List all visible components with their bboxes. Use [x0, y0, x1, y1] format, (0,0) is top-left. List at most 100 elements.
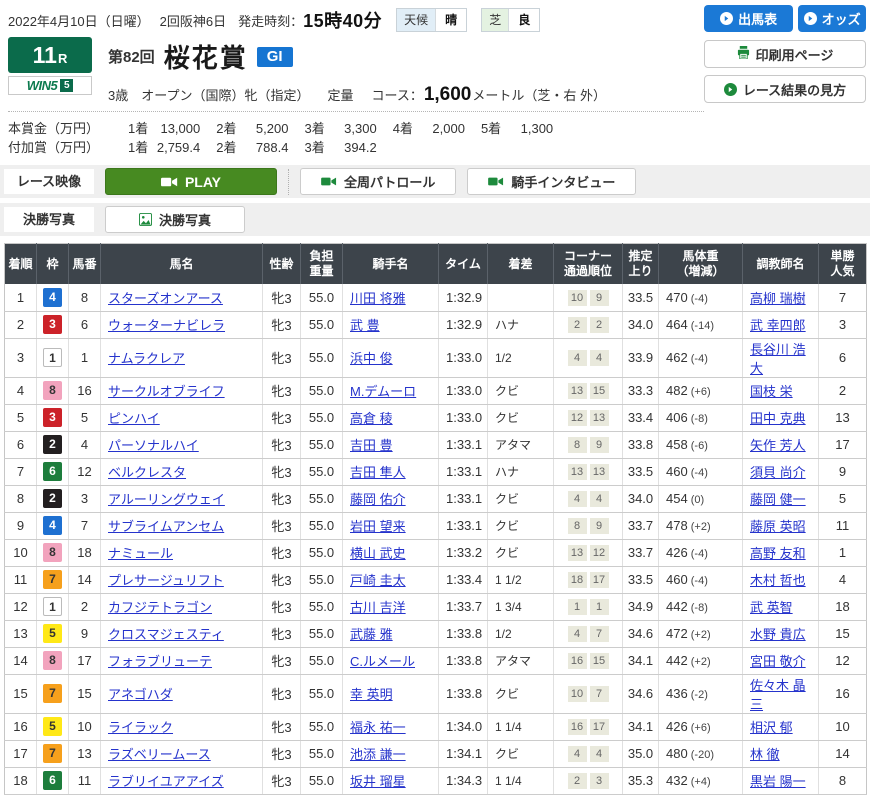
sex-age: 牝3: [263, 431, 301, 458]
trainer-link[interactable]: 藤岡 健一: [750, 492, 806, 507]
horse-link[interactable]: スターズオンアース: [108, 291, 223, 306]
corner-position: 12: [568, 410, 587, 426]
trainer-link[interactable]: 林 徹: [750, 747, 780, 762]
trainer-link[interactable]: 矢作 芳人: [750, 438, 806, 453]
trainer-link[interactable]: 木村 哲也: [750, 573, 806, 588]
horse-number: 7: [69, 512, 101, 539]
finish-photo-button[interactable]: 決勝写真: [105, 206, 245, 233]
jockey-link[interactable]: 川田 将雅: [350, 291, 406, 306]
print-page-button[interactable]: 印刷用ページ: [704, 40, 866, 68]
corner-position: 16: [568, 653, 587, 669]
jockey-link[interactable]: 岩田 望来: [350, 519, 406, 534]
odds-button[interactable]: オッズ: [798, 5, 866, 32]
horse-link[interactable]: サークルオブライフ: [108, 384, 225, 399]
corner-position: 13: [590, 464, 609, 480]
margin: クビ: [488, 674, 554, 713]
body-weight: 478 (+2): [659, 512, 743, 539]
jockey-link[interactable]: 古川 吉洋: [350, 600, 406, 615]
right-rail: 出馬表 オッズ 印刷用ページ レース結果の見方: [704, 5, 866, 110]
horse-name-cell: アネゴハダ: [101, 674, 263, 713]
jockey-link[interactable]: 武 豊: [350, 318, 380, 333]
horse-number: 12: [69, 458, 101, 485]
jockey-link[interactable]: C.ルメール: [350, 654, 415, 669]
prize-place: 2着: [216, 118, 236, 137]
prize-amount: 2,000: [413, 121, 465, 136]
corner-position: 13: [590, 410, 609, 426]
horse-link[interactable]: ラブリイユアアイズ: [108, 774, 224, 789]
horse-link[interactable]: フォラブリューテ: [108, 654, 212, 669]
jockey-link[interactable]: 福永 祐一: [350, 720, 406, 735]
jockey-link[interactable]: 坂井 瑠星: [350, 774, 406, 789]
horse-link[interactable]: ラズベリームース: [108, 747, 211, 762]
start-time-label: 発走時刻：: [238, 11, 303, 30]
trainer-link[interactable]: 須貝 尚介: [750, 465, 806, 480]
corner-position: 15: [590, 383, 609, 399]
trainer-link[interactable]: 水野 貴広: [750, 627, 806, 642]
patrol-video-button[interactable]: 全周パトロール: [300, 168, 456, 195]
horse-link[interactable]: パーソナルハイ: [108, 438, 199, 453]
jockey-link[interactable]: 吉田 隼人: [350, 465, 406, 480]
horse-link[interactable]: ナムラクレア: [108, 351, 185, 366]
col-finish-position: 着順: [5, 244, 37, 285]
corner-position: 16: [568, 719, 587, 735]
trainer-link[interactable]: 国枝 栄: [750, 384, 793, 399]
trainer-link[interactable]: 黒岩 陽一: [750, 774, 806, 789]
corner-position: 12: [590, 545, 609, 561]
carried-weight: 55.0: [301, 284, 343, 311]
horse-name-cell: スターズオンアース: [101, 284, 263, 311]
horse-link[interactable]: ナミュール: [108, 546, 173, 561]
trainer-link[interactable]: 高野 友和: [750, 546, 806, 561]
trainer-link[interactable]: 相沢 郁: [750, 720, 793, 735]
jockey-link[interactable]: 戸崎 圭太: [350, 573, 406, 588]
start-time-value: 15時40分: [303, 7, 382, 33]
jockey-link[interactable]: 藤岡 佑介: [350, 492, 406, 507]
carried-weight: 55.0: [301, 512, 343, 539]
horse-link[interactable]: ピンハイ: [108, 411, 160, 426]
horse-link[interactable]: ライラック: [108, 720, 173, 735]
carried-weight: 55.0: [301, 431, 343, 458]
horse-link[interactable]: カフジテトラゴン: [108, 600, 212, 615]
horse-link[interactable]: ベルクレスタ: [108, 465, 186, 480]
trainer-link[interactable]: 田中 克典: [750, 411, 806, 426]
jockey-link[interactable]: 横山 武史: [350, 546, 406, 561]
jockey-interview-button[interactable]: 騎手インタビュー: [467, 168, 636, 195]
horse-link[interactable]: サブライムアンセム: [108, 519, 224, 534]
trainer-link[interactable]: 武 幸四郎: [750, 318, 806, 333]
jockey-link[interactable]: 高倉 稜: [350, 411, 393, 426]
jockey-link[interactable]: 浜中 俊: [350, 351, 393, 366]
trainer-link[interactable]: 長谷川 浩大: [750, 342, 806, 376]
jockey-link[interactable]: M.デムーロ: [350, 384, 416, 399]
waku-cell: 8: [37, 539, 69, 566]
trainer-cell: 国枝 栄: [743, 377, 819, 404]
trainer-link[interactable]: 高柳 瑞樹: [750, 291, 806, 306]
finish-position: 1: [5, 284, 37, 311]
waku-badge: 4: [43, 288, 62, 307]
horse-link[interactable]: クロスマジェスティ: [108, 627, 224, 642]
jockey-link[interactable]: 武藤 雅: [350, 627, 393, 642]
win-popularity: 14: [819, 740, 867, 767]
jockey-link[interactable]: 池添 謙一: [350, 747, 406, 762]
waku-cell: 2: [37, 485, 69, 512]
horse-link[interactable]: プレサージュリフト: [108, 573, 224, 588]
horse-link[interactable]: アネゴハダ: [108, 687, 173, 702]
trainer-link[interactable]: 宮田 敬介: [750, 654, 806, 669]
jockey-link[interactable]: 幸 英明: [350, 687, 393, 702]
horse-link[interactable]: ウォーターナビレラ: [108, 318, 225, 333]
carried-weight: 55.0: [301, 674, 343, 713]
turf-condition-badge: 芝 良: [481, 8, 540, 32]
trainer-link[interactable]: 藤原 英昭: [750, 519, 806, 534]
play-button[interactable]: PLAY: [105, 168, 277, 195]
jockey-cell: 幸 英明: [343, 674, 439, 713]
margin: クビ: [488, 539, 554, 566]
result-guide-button[interactable]: レース結果の見方: [704, 75, 866, 103]
entries-button[interactable]: 出馬表: [704, 5, 793, 32]
corner-cell: 44: [554, 338, 623, 377]
time: 1:33.8: [439, 620, 488, 647]
trainer-link[interactable]: 佐々木 晶三: [750, 678, 806, 712]
corner-position: 9: [590, 437, 609, 453]
trainer-link[interactable]: 武 英智: [750, 600, 793, 615]
jockey-link[interactable]: 吉田 豊: [350, 438, 393, 453]
corner-order: 1315: [568, 383, 609, 399]
waku-badge: 7: [43, 744, 62, 763]
horse-link[interactable]: アルーリングウェイ: [108, 492, 225, 507]
